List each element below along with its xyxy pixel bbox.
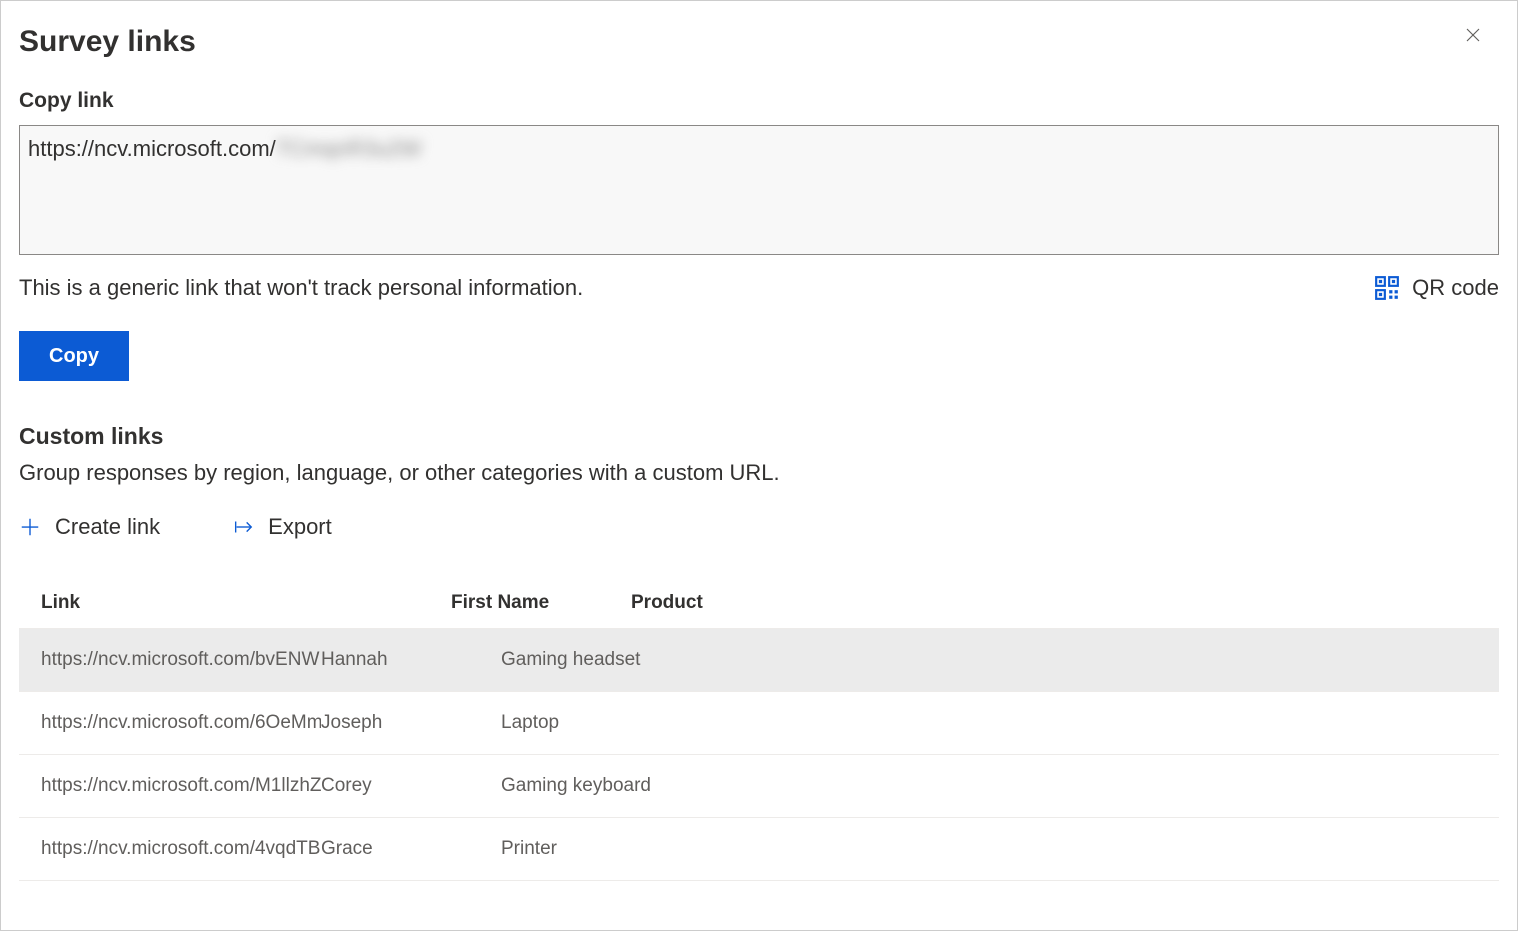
cell-link: https://ncv.microsoft.com/6OeMm xyxy=(41,712,321,734)
cell-product: Gaming keyboard xyxy=(501,775,1477,797)
cell-link: https://ncv.microsoft.com/M1llzhZ xyxy=(41,775,321,797)
export-button[interactable]: Export xyxy=(232,514,332,540)
table-header: Link First Name Product xyxy=(19,578,1499,629)
cell-link: https://ncv.microsoft.com/4vqdTB xyxy=(41,838,321,860)
cell-link: https://ncv.microsoft.com/bvENW xyxy=(41,649,321,671)
copy-link-label: Copy link xyxy=(19,89,1499,113)
col-header-link: Link xyxy=(41,592,451,614)
table-row[interactable]: https://ncv.microsoft.com/M1llzhZCoreyGa… xyxy=(19,755,1499,818)
survey-links-dialog: Survey links Copy link https://ncv.micro… xyxy=(0,0,1518,931)
qr-code-label: QR code xyxy=(1412,275,1499,301)
generic-link-description: This is a generic link that won't track … xyxy=(19,275,583,301)
create-link-label: Create link xyxy=(55,514,160,540)
dialog-title: Survey links xyxy=(19,25,1499,59)
table-row[interactable]: https://ncv.microsoft.com/bvENWHannahGam… xyxy=(19,629,1499,692)
close-button[interactable] xyxy=(1457,19,1489,51)
table-row[interactable]: https://ncv.microsoft.com/4vqdTBGracePri… xyxy=(19,818,1499,881)
cell-firstname: Hannah xyxy=(321,649,501,671)
cell-firstname: Corey xyxy=(321,775,501,797)
custom-links-description: Group responses by region, language, or … xyxy=(19,460,1499,486)
custom-links-actions: Create link Export xyxy=(19,514,1499,540)
custom-links-table: Link First Name Product https://ncv.micr… xyxy=(19,578,1499,881)
custom-links-title: Custom links xyxy=(19,423,1499,450)
copy-button[interactable]: Copy xyxy=(19,331,129,381)
cell-product: Gaming headset xyxy=(501,649,1477,671)
qr-code-button[interactable]: QR code xyxy=(1374,275,1499,301)
table-row[interactable]: https://ncv.microsoft.com/6OeMmJosephLap… xyxy=(19,692,1499,755)
cell-product: Laptop xyxy=(501,712,1477,734)
close-icon xyxy=(1464,26,1482,44)
plus-icon xyxy=(19,516,41,538)
export-icon xyxy=(232,516,254,538)
cell-product: Printer xyxy=(501,838,1477,860)
create-link-button[interactable]: Create link xyxy=(19,514,160,540)
export-label: Export xyxy=(268,514,332,540)
qr-code-icon xyxy=(1374,275,1400,301)
col-header-firstname: First Name xyxy=(451,592,631,614)
col-header-product: Product xyxy=(631,592,1477,614)
cell-firstname: Grace xyxy=(321,838,501,860)
url-blurred-part: TCmqnR3u2W xyxy=(276,136,421,161)
url-prefix: https://ncv.microsoft.com/ xyxy=(28,136,276,161)
copy-link-textbox[interactable]: https://ncv.microsoft.com/TCmqnR3u2W xyxy=(19,125,1499,255)
table-body: https://ncv.microsoft.com/bvENWHannahGam… xyxy=(19,629,1499,881)
cell-firstname: Joseph xyxy=(321,712,501,734)
copy-link-description-row: This is a generic link that won't track … xyxy=(19,275,1499,301)
